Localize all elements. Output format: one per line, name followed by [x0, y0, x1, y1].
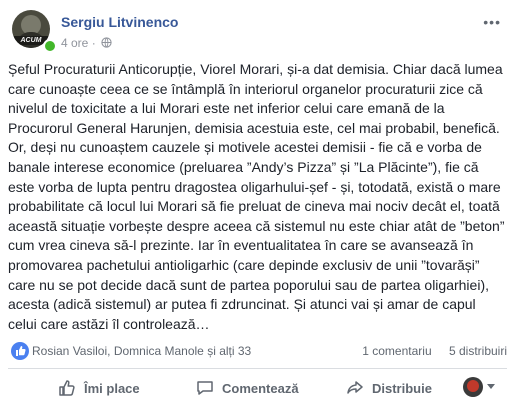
post-header: ACUM Sergiu Litvinenco 4 ore · ••• [8, 6, 507, 53]
comment-icon [197, 381, 213, 395]
globe-icon[interactable] [101, 37, 112, 51]
post-actions: Îmi place Comentează Distribuie [8, 370, 507, 406]
meta-separator: · [91, 36, 96, 50]
post-time[interactable]: 4 ore [61, 36, 88, 50]
reactions-bar: Rosian Vasiloi, Domnica Manole și alți 3… [8, 340, 507, 362]
facebook-post: ACUM Sergiu Litvinenco 4 ore · ••• Șeful… [0, 0, 515, 410]
author-name[interactable]: Sergiu Litvinenco [61, 14, 178, 30]
actions-divider [8, 368, 507, 369]
post-body: Șeful Procuraturii Anticorupție, Viorel … [8, 60, 507, 334]
like-button[interactable]: Îmi place [58, 370, 140, 406]
comments-count[interactable]: 1 comentariu [362, 344, 431, 358]
like-reaction-icon[interactable] [11, 342, 29, 360]
shares-count[interactable]: 5 distribuiri [449, 344, 507, 358]
profile-picture [463, 377, 483, 397]
profile-picker[interactable] [463, 377, 497, 399]
post-text: Șeful Procuraturii Anticorupție, Viorel … [8, 61, 505, 332]
engagement-counts: 1 comentariu 5 distribuiri [362, 344, 507, 358]
share-icon [347, 381, 363, 394]
chevron-down-icon [487, 384, 495, 389]
share-button[interactable]: Distribuie [346, 370, 432, 406]
reactions-names[interactable]: Rosian Vasiloi, Domnica Manole și alți 3… [32, 344, 251, 358]
more-options-icon[interactable]: ••• [483, 14, 501, 30]
comment-button[interactable]: Comentează [196, 370, 299, 406]
like-label: Îmi place [84, 380, 140, 396]
thumbs-up-icon [59, 380, 75, 396]
post-meta: 4 ore · [61, 36, 112, 51]
online-status-dot [43, 39, 57, 53]
share-label: Distribuie [372, 380, 432, 396]
comment-label: Comentează [222, 380, 299, 396]
